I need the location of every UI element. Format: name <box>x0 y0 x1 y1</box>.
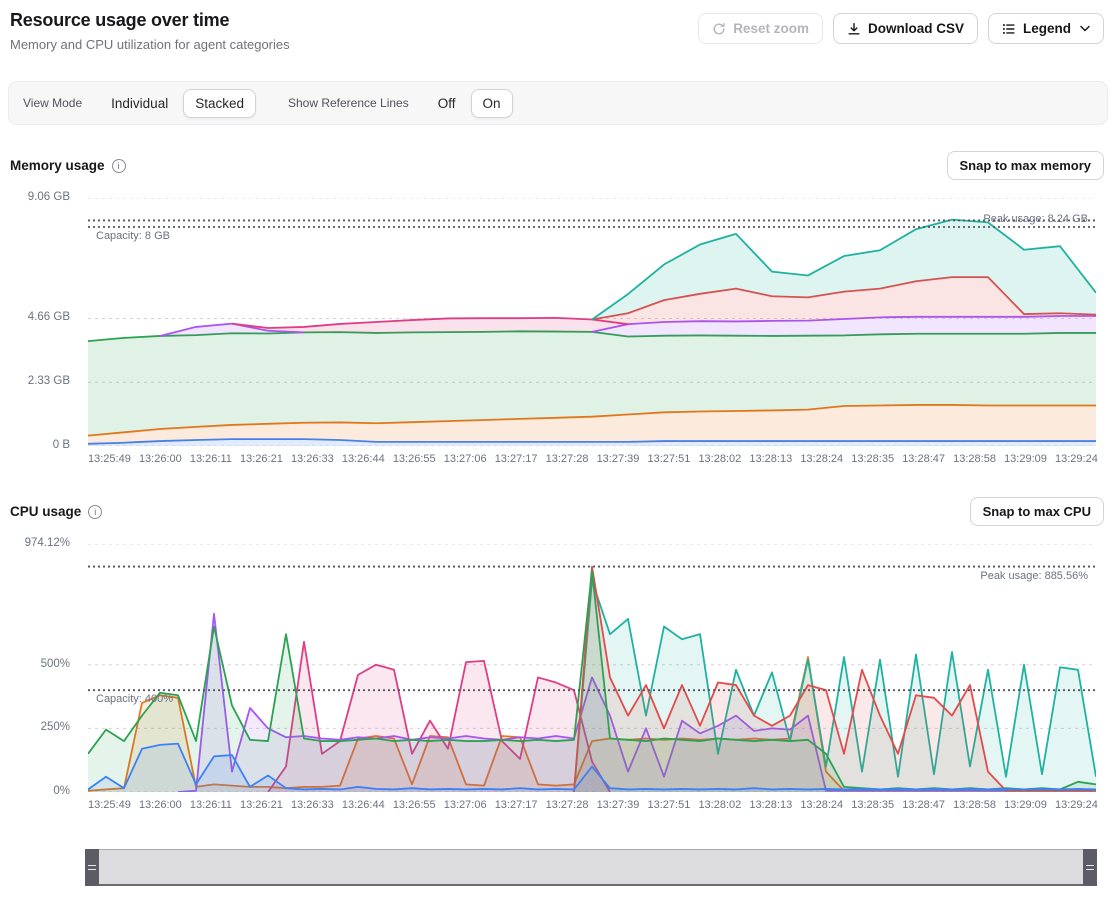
cpu-x-axis: 13:25:49 13:26:00 13:26:11 13:26:21 13:26:33… <box>88 799 1098 811</box>
cpu-chart-body: 0%250%500%974.12% Peak usage: 885.56%Cap… <box>0 544 1116 792</box>
x-tick-label: 13:28:47 <box>902 453 945 465</box>
x-tick-label: 13:26:44 <box>342 799 385 811</box>
toolbar: Reset zoom Download CSV Legend <box>698 13 1104 44</box>
x-tick-label: 13:27:39 <box>597 453 640 465</box>
x-tick-label: 13:26:11 <box>190 799 232 811</box>
x-tick-label: 13:27:39 <box>597 799 640 811</box>
x-tick-label: 13:27:51 <box>648 799 691 811</box>
cpu-chart-header: CPU usage i Snap to max CPU <box>0 496 1116 527</box>
x-tick-label: 13:28:58 <box>953 453 996 465</box>
x-tick-label: 13:28:35 <box>851 799 894 811</box>
x-tick-label: 13:26:11 <box>190 453 232 465</box>
y-tick-label: 500% <box>41 658 70 670</box>
reference-line-label: Peak usage: 8.24 GB <box>983 213 1088 225</box>
x-tick-label: 13:28:02 <box>698 799 741 811</box>
y-tick-label: 9.06 GB <box>28 191 70 203</box>
refresh-icon <box>712 22 726 36</box>
view-mode-label: View Mode <box>23 96 82 110</box>
grip-icon <box>88 865 96 870</box>
snap-to-max-cpu-button[interactable]: Snap to max CPU <box>970 497 1104 526</box>
x-tick-label: 13:28:13 <box>749 799 792 811</box>
time-range-brush[interactable] <box>85 849 1097 886</box>
download-csv-button[interactable]: Download CSV <box>833 13 978 44</box>
grip-icon <box>1086 865 1094 870</box>
x-tick-label: 13:27:06 <box>444 453 487 465</box>
view-mode-stacked-option[interactable]: Stacked <box>183 89 256 118</box>
page-header: Resource usage over time Memory and CPU … <box>0 0 1116 52</box>
brush-left-handle[interactable] <box>85 849 99 886</box>
x-tick-label: 13:26:55 <box>393 453 436 465</box>
list-icon <box>1002 22 1016 36</box>
y-tick-label: 4.66 GB <box>28 311 70 323</box>
x-tick-label: 13:26:55 <box>393 799 436 811</box>
x-tick-label: 13:26:33 <box>291 799 334 811</box>
x-tick-label: 13:28:58 <box>953 799 996 811</box>
x-tick-label: 13:26:21 <box>240 453 283 465</box>
x-tick-label: 13:29:09 <box>1004 453 1047 465</box>
x-tick-label: 13:27:17 <box>495 799 538 811</box>
memory-chart-body: 0 B2.33 GB4.66 GB9.06 GB Capacity: 8 GBP… <box>0 198 1116 446</box>
memory-plot-area[interactable]: Capacity: 8 GB Peak usage: 8.24 GB <box>88 198 1096 446</box>
x-tick-label: 13:26:00 <box>139 799 182 811</box>
info-icon[interactable]: i <box>112 159 126 173</box>
x-tick-label: 13:27:17 <box>495 453 538 465</box>
x-tick-label: 13:26:33 <box>291 453 334 465</box>
cpu-chart-title: CPU usage <box>10 504 81 519</box>
x-tick-label: 13:29:09 <box>1004 799 1047 811</box>
x-tick-label: 13:28:47 <box>902 799 945 811</box>
x-tick-label: 13:29:24 <box>1055 799 1098 811</box>
memory-chart-header: Memory usage i Snap to max memory <box>0 150 1116 181</box>
y-tick-label: 0 B <box>53 439 70 451</box>
x-tick-label: 13:27:28 <box>546 799 589 811</box>
download-icon <box>847 22 861 36</box>
reference-line-label: Capacity: 400% <box>96 693 173 705</box>
y-tick-label: 0% <box>53 785 70 797</box>
y-tick-label: 250% <box>41 721 70 733</box>
x-tick-label: 13:28:35 <box>851 453 894 465</box>
reference-lines-on-option[interactable]: On <box>471 89 513 118</box>
brush-right-handle[interactable] <box>1083 849 1097 886</box>
reference-lines-off-option[interactable]: Off <box>427 90 467 117</box>
cpu-plot-area[interactable]: Peak usage: 885.56% Capacity: 400% <box>88 544 1096 792</box>
memory-chart-title: Memory usage <box>10 158 105 173</box>
legend-label: Legend <box>1023 21 1071 36</box>
x-tick-label: 13:28:24 <box>800 453 843 465</box>
chevron-down-icon <box>1080 25 1090 32</box>
memory-chart-svg <box>88 198 1096 446</box>
cpu-chart-svg <box>88 544 1096 792</box>
view-controls-bar: View Mode Individual Stacked Show Refere… <box>8 81 1108 125</box>
memory-y-axis: 0 B2.33 GB4.66 GB9.06 GB <box>0 198 80 446</box>
x-tick-label: 13:26:00 <box>139 453 182 465</box>
snap-to-max-memory-button[interactable]: Snap to max memory <box>947 151 1105 180</box>
x-tick-label: 13:28:13 <box>749 453 792 465</box>
y-tick-label: 974.12% <box>25 537 70 549</box>
x-tick-label: 13:28:02 <box>698 453 741 465</box>
show-reference-lines-label: Show Reference Lines <box>288 96 409 110</box>
memory-x-axis: 13:25:49 13:26:00 13:26:11 13:26:21 13:26:33… <box>88 453 1098 465</box>
download-csv-label: Download CSV <box>868 21 964 36</box>
x-tick-label: 13:25:49 <box>88 799 131 811</box>
y-tick-label: 2.33 GB <box>28 375 70 387</box>
memory-chart-section: Memory usage i Snap to max memory 0 B 2.3… <box>0 150 1116 465</box>
reference-line-label: Capacity: 8 GB <box>96 230 170 242</box>
info-icon[interactable]: i <box>88 505 102 519</box>
reference-line-label: Peak usage: 885.56% <box>980 570 1088 582</box>
reset-zoom-label: Reset zoom <box>733 21 809 36</box>
x-tick-label: 13:29:24 <box>1055 453 1098 465</box>
x-tick-label: 13:27:06 <box>444 799 487 811</box>
x-tick-label: 13:25:49 <box>88 453 131 465</box>
x-tick-label: 13:26:44 <box>342 453 385 465</box>
x-tick-label: 13:27:51 <box>648 453 691 465</box>
view-mode-individual-option[interactable]: Individual <box>100 90 179 117</box>
x-tick-label: 13:27:28 <box>546 453 589 465</box>
legend-button[interactable]: Legend <box>988 13 1104 44</box>
x-tick-label: 13:26:21 <box>240 799 283 811</box>
reset-zoom-button[interactable]: Reset zoom <box>698 13 823 44</box>
cpu-chart-section: CPU usage i Snap to max CPU 0% 250% 500% 97… <box>0 496 1116 811</box>
cpu-y-axis: 0%250%500%974.12% <box>0 544 80 792</box>
x-tick-label: 13:28:24 <box>800 799 843 811</box>
